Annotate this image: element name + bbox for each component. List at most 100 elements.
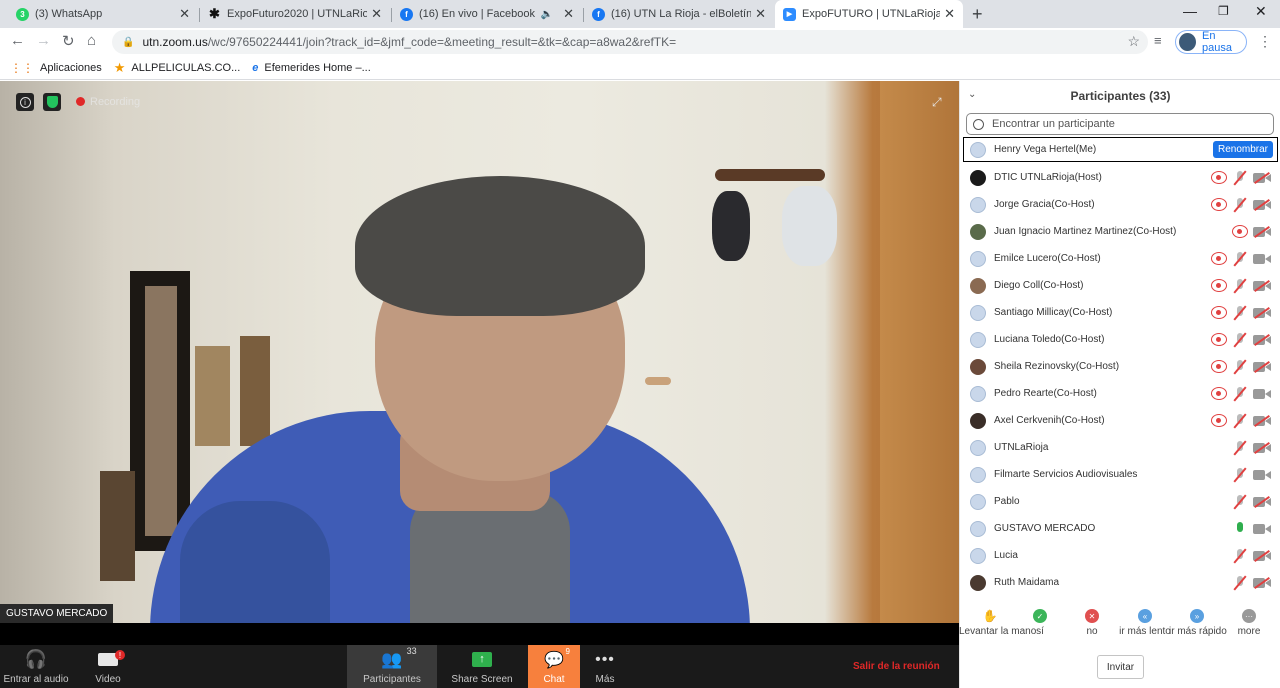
profile-button[interactable]: En pausa bbox=[1175, 30, 1247, 54]
participant-row[interactable]: Pablo bbox=[960, 488, 1280, 515]
participant-name: Sheila Rezinovsky(Co-Host) bbox=[994, 361, 1120, 372]
chat-label: Chat bbox=[543, 674, 565, 685]
participant-name: DTIC UTNLaRioja(Host) bbox=[994, 172, 1102, 183]
participant-row[interactable]: Juan Ignacio Martinez Martinez(Co-Host) bbox=[960, 218, 1280, 245]
more-label: Más bbox=[595, 674, 615, 685]
bookmark-label: Aplicaciones bbox=[40, 61, 102, 74]
maximize-button[interactable]: ❐ bbox=[1218, 4, 1229, 18]
tab-expofuturo[interactable]: ✱ ExpoFuturo2020 | UTNLaRioja ✕ bbox=[200, 0, 390, 28]
participant-row[interactable]: Diego Coll(Co-Host) bbox=[960, 272, 1280, 299]
forward-button[interactable]: → bbox=[36, 32, 51, 49]
reading-list-icon[interactable]: ≡ bbox=[1154, 33, 1162, 48]
mic-muted-icon bbox=[1232, 413, 1248, 428]
minimize-button[interactable]: — bbox=[1183, 3, 1197, 19]
fullscreen-icon[interactable]: ⤢ bbox=[932, 95, 942, 110]
tab-whatsapp[interactable]: 3 (3) WhatsApp ✕ bbox=[8, 0, 198, 28]
participant-list: Henry Vega Hertel(Me) Renombrar DTIC UTNLa… bbox=[960, 137, 1280, 596]
bookmark-efemerides[interactable]: e Efemerides Home –... bbox=[252, 62, 371, 74]
participant-search-input[interactable]: Encontrar un participante bbox=[966, 113, 1274, 135]
participant-row[interactable]: Luciana Toledo(Co-Host) bbox=[960, 326, 1280, 353]
video-button[interactable]: ! Video bbox=[82, 645, 134, 688]
meeting-info-button[interactable]: i bbox=[16, 93, 34, 111]
bookmark-allpeliculas[interactable]: ★ ALLPELICULAS.CO... bbox=[114, 60, 240, 76]
bookmark-label: Efemerides Home –... bbox=[264, 61, 371, 74]
participants-button[interactable]: 👥 33 Participantes bbox=[347, 645, 437, 688]
leave-meeting-button[interactable]: Salir de la reunión bbox=[853, 661, 940, 672]
participant-status-icons bbox=[1227, 494, 1271, 509]
participant-name: UTNLaRioja bbox=[994, 442, 1049, 453]
participant-name: Jorge Gracia(Co-Host) bbox=[994, 199, 1095, 210]
participant-status-icons bbox=[1207, 332, 1271, 347]
participant-row[interactable]: Jorge Gracia(Co-Host) bbox=[960, 191, 1280, 218]
camera-on-icon bbox=[1253, 388, 1271, 400]
avatar bbox=[970, 331, 986, 348]
participant-row[interactable]: Filmarte Servicios Audiovisuales bbox=[960, 461, 1280, 488]
mic-muted-icon bbox=[1232, 467, 1248, 482]
close-tab-icon[interactable]: ✕ bbox=[371, 6, 382, 22]
participant-row[interactable]: Lucia bbox=[960, 542, 1280, 569]
bookmark-apps[interactable]: ⋮⋮ Aplicaciones bbox=[10, 61, 102, 75]
participant-row[interactable]: Axel Cerkvenih(Co-Host) bbox=[960, 407, 1280, 434]
rename-button[interactable]: Renombrar bbox=[1212, 141, 1273, 158]
audio-playing-icon[interactable]: 🔈 bbox=[541, 9, 553, 20]
close-tab-icon[interactable]: ✕ bbox=[944, 6, 955, 22]
avatar bbox=[970, 385, 986, 402]
share-screen-button[interactable]: ↑ Share Screen bbox=[447, 645, 517, 688]
tab-title: ExpoFUTURO | UTNLaRioja bbox=[802, 8, 941, 20]
zoom-meeting: i Recording ⤢ GUSTAVO MERCADO 🎧 Entrar a… bbox=[0, 81, 1280, 688]
reaction-more[interactable]: ··· more bbox=[1221, 609, 1277, 637]
reaction-no[interactable]: ✕ no bbox=[1064, 609, 1120, 637]
close-tab-icon[interactable]: ✕ bbox=[755, 6, 766, 22]
recording-permission-icon bbox=[1211, 252, 1227, 265]
headphones-icon: 🎧 bbox=[24, 649, 48, 669]
more-button[interactable]: ••• Más bbox=[588, 645, 622, 688]
slower-icon: « bbox=[1138, 609, 1152, 623]
new-tab-button[interactable]: + bbox=[972, 4, 983, 25]
close-tab-icon[interactable]: ✕ bbox=[179, 6, 190, 22]
participant-row[interactable]: Sheila Rezinovsky(Co-Host) bbox=[960, 353, 1280, 380]
participant-row-me[interactable]: Henry Vega Hertel(Me) Renombrar bbox=[963, 137, 1278, 162]
mic-muted-icon bbox=[1232, 278, 1248, 293]
participant-row[interactable]: Emilce Lucero(Co-Host) bbox=[960, 245, 1280, 272]
avatar bbox=[970, 493, 986, 510]
home-button[interactable]: ⌂ bbox=[87, 32, 96, 49]
invite-button[interactable]: Invitar bbox=[1097, 655, 1144, 679]
reaction-slower[interactable]: « ir más lento bbox=[1117, 609, 1173, 637]
tab-facebook-live[interactable]: f (16) En vivo | Facebook 🔈 ✕ bbox=[392, 0, 582, 28]
encryption-button[interactable] bbox=[43, 93, 61, 111]
utn-logo-icon: ✱ bbox=[209, 6, 220, 21]
bookmark-star-icon[interactable]: ☆ bbox=[1127, 33, 1140, 50]
participant-row[interactable]: Ruth Maidama bbox=[960, 569, 1280, 596]
browser-menu-icon[interactable]: ⋮ bbox=[1258, 33, 1272, 50]
participants-icon: 👥 33 bbox=[381, 646, 417, 669]
chat-button[interactable]: 💬 9 Chat bbox=[528, 645, 580, 688]
participant-row[interactable]: Pedro Rearte(Co-Host) bbox=[960, 380, 1280, 407]
faster-icon: » bbox=[1190, 609, 1204, 623]
mic-muted-icon bbox=[1232, 575, 1248, 590]
video-alert-badge: ! bbox=[115, 650, 125, 660]
info-icon: i bbox=[19, 96, 31, 108]
join-audio-button[interactable]: 🎧 Entrar al audio bbox=[0, 645, 72, 688]
reaction-faster[interactable]: » ir más rápido bbox=[1169, 609, 1227, 637]
back-button[interactable]: ← bbox=[10, 32, 25, 49]
tab-zoom-active[interactable]: ▶ ExpoFUTURO | UTNLaRioja ✕ bbox=[775, 0, 963, 28]
hanging-bag bbox=[782, 186, 837, 266]
close-tab-icon[interactable]: ✕ bbox=[563, 6, 574, 22]
participant-row[interactable]: GUSTAVO MERCADO bbox=[960, 515, 1280, 542]
more-icon: ··· bbox=[1242, 609, 1256, 623]
chat-bubble-icon: 💬 9 bbox=[544, 647, 570, 669]
mic-muted-icon bbox=[1232, 494, 1248, 509]
participant-row[interactable]: Santiago Millicay(Co-Host) bbox=[960, 299, 1280, 326]
close-window-button[interactable]: ✕ bbox=[1255, 3, 1267, 20]
participant-status-icons bbox=[1207, 359, 1271, 374]
avatar bbox=[970, 277, 986, 294]
camera-off-icon bbox=[1253, 361, 1271, 373]
participant-row[interactable]: DTIC UTNLaRioja(Host) bbox=[960, 164, 1280, 191]
address-bar[interactable]: 🔒 utn.zoom.us /wc/97650224441/join?track… bbox=[112, 30, 1148, 54]
tab-facebook-boletin[interactable]: f (16) UTN La Rioja - elBoletín | Face ✕ bbox=[584, 0, 774, 28]
reaction-yes[interactable]: ✓ sí bbox=[1012, 609, 1068, 637]
participant-name: Santiago Millicay(Co-Host) bbox=[994, 307, 1113, 318]
participant-row[interactable]: UTNLaRioja bbox=[960, 434, 1280, 461]
reload-button[interactable]: ↻ bbox=[62, 32, 75, 50]
camera-off-icon bbox=[1253, 415, 1271, 427]
